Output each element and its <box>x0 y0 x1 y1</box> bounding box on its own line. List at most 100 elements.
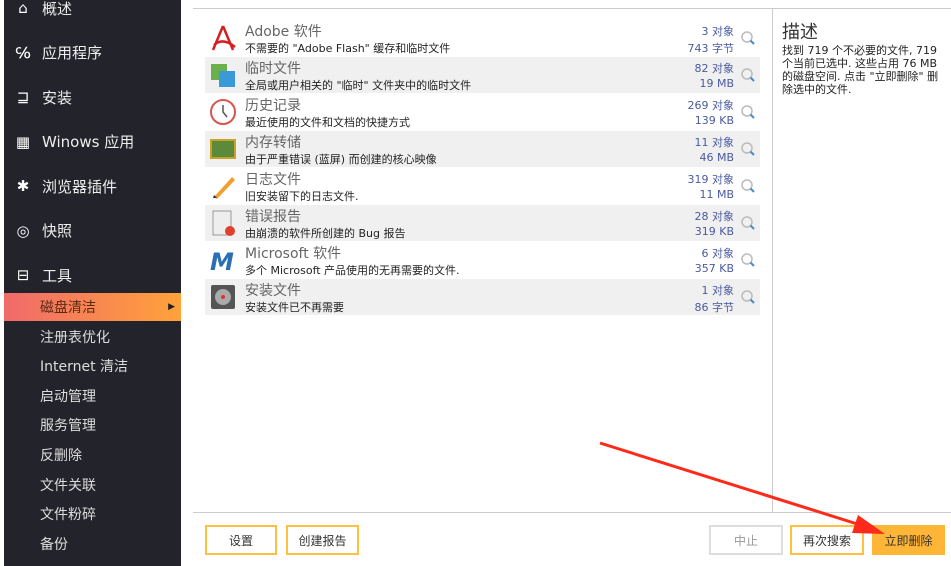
log-pencil-icon <box>213 177 235 199</box>
magnifier-icon[interactable] <box>740 215 756 231</box>
sidebar-item-label: 工具 <box>42 266 73 285</box>
item-title: 日志文件 <box>245 172 301 188</box>
adobe-icon <box>211 25 236 51</box>
cleanup-item[interactable]: M Microsoft 软件 多个 Microsoft 产品使用的无再需要的文件… <box>205 242 760 278</box>
item-count: 3 对象 <box>701 25 735 38</box>
magnifier-icon[interactable] <box>740 30 756 46</box>
magnifier-icon[interactable] <box>740 67 756 83</box>
sidebar-tool-label: 注册表优化 <box>40 329 110 346</box>
item-count: 6 对象 <box>701 247 735 260</box>
item-count: 28 对象 <box>694 210 735 223</box>
item-size: 357 KB <box>694 262 734 275</box>
magnifier-icon[interactable] <box>740 252 756 268</box>
sidebar-item-label: 概述 <box>42 0 73 18</box>
magnifier-icon[interactable] <box>740 178 756 194</box>
sidebar-tool-label: 磁盘清洁 <box>40 300 96 316</box>
windows-icon: ▦ <box>15 132 31 151</box>
item-size: 319 KB <box>694 225 734 238</box>
description-title: 描述 <box>782 22 818 43</box>
sidebar-item-4[interactable]: ✱ 浏览器插件 <box>4 171 181 201</box>
sidebar-tool-item[interactable]: 备份 <box>4 530 181 558</box>
sidebar-item-0[interactable]: ⌂ 概述 <box>4 0 181 23</box>
item-description: 由于严重错误 (蓝屏) 而创建的核心映像 <box>245 153 437 166</box>
item-count: 319 对象 <box>687 173 735 186</box>
item-description: 最近使用的文件和文档的快捷方式 <box>245 116 410 129</box>
sidebar-tool-label: 文件粉碎 <box>40 507 96 524</box>
error-report-icon <box>212 210 235 236</box>
cleanup-item[interactable]: 错误报告 由崩溃的软件所创建的 Bug 报告 28 对象 319 KB <box>205 205 760 241</box>
home-icon: ⌂ <box>18 0 28 17</box>
item-description: 旧安装留下的日志文件. <box>245 190 359 203</box>
settings-button[interactable]: 设置 <box>205 525 277 555</box>
item-count: 11 对象 <box>694 136 735 149</box>
stop-button[interactable]: 中止 <box>709 525 783 555</box>
item-description: 不需要的 "Adobe Flash" 缓存和临时文件 <box>245 42 451 55</box>
item-size: 139 KB <box>694 114 734 127</box>
rescan-button[interactable]: 再次搜索 <box>790 525 864 555</box>
magnifier-icon[interactable] <box>740 141 756 157</box>
sidebar-tool-item[interactable]: 文件关联 <box>4 471 181 499</box>
sidebar: ⌂ 概述 ℅ 应用程序 ⊒ 安装 ▦ Winows 应用 ✱ 浏览器插件 ◎ 快照 ⊟ 工具磁盘清洁 ▶ 注册… <box>0 0 181 566</box>
sidebar-tool-item[interactable]: 注册表优化 <box>4 323 181 351</box>
cleanup-item[interactable]: Adobe 软件 不需要的 "Adobe Flash" 缓存和临时文件 3 对象… <box>205 20 760 56</box>
history-clock-icon <box>210 99 236 125</box>
magnifier-icon[interactable] <box>740 104 756 120</box>
item-title: Microsoft 软件 <box>245 246 342 262</box>
top-divider <box>193 8 951 9</box>
caret-right-icon: ▶ <box>168 302 175 312</box>
item-size: 86 字节 <box>694 301 735 314</box>
item-title: 历史记录 <box>245 98 301 114</box>
delete-now-button[interactable]: 立即删除 <box>872 525 945 555</box>
cleanup-item[interactable]: 临时文件 全局或用户相关的 "临时" 文件夹中的临时文件 82 对象 19 MB <box>205 57 760 93</box>
sidebar-item-label: 应用程序 <box>42 44 103 62</box>
sidebar-item-2[interactable]: ⊒ 安装 <box>4 82 181 112</box>
item-description: 全局或用户相关的 "临时" 文件夹中的临时文件 <box>245 79 472 92</box>
install-icon: ⊒ <box>16 88 30 106</box>
sidebar-tool-item[interactable]: 文件粉碎 <box>4 500 181 528</box>
item-description: 安装文件已不再需要 <box>245 301 344 314</box>
sidebar-item-label: Winows 应用 <box>42 133 135 151</box>
sidebar-item-1[interactable]: ℅ 应用程序 <box>4 38 181 68</box>
description-text: 找到 719 个不必要的文件, 719 个当前已选中. 这些占用 76 MB 的… <box>782 44 939 96</box>
cleanup-item[interactable]: 日志文件 旧安装留下的日志文件. 319 对象 11 MB <box>205 168 760 204</box>
memory-chip-icon <box>210 139 236 159</box>
sidebar-tool-item[interactable]: 启动管理 <box>4 382 181 410</box>
item-title: 安装文件 <box>245 283 301 299</box>
cleanup-item[interactable]: 安装文件 安装文件已不再需要 1 对象 86 字节 <box>205 279 760 315</box>
item-size: 11 MB <box>699 188 734 201</box>
sidebar-tool-item[interactable]: Internet 清洁 <box>4 352 181 380</box>
cleanup-item[interactable]: 历史记录 最近使用的文件和文档的快捷方式 269 对象 139 KB <box>205 94 760 130</box>
sidebar-tool-label: Internet 清洁 <box>40 359 129 376</box>
item-count: 82 对象 <box>694 62 735 75</box>
cleanup-item[interactable]: 内存转储 由于严重错误 (蓝屏) 而创建的核心映像 11 对象 46 MB <box>205 131 760 167</box>
item-description: 多个 Microsoft 产品使用的无再需要的文件. <box>245 264 460 277</box>
create-report-button[interactable]: 创建报告 <box>286 525 359 555</box>
installer-disk-icon <box>211 285 235 309</box>
sidebar-tool-label: 文件关联 <box>40 477 96 494</box>
sidebar-tool-label: 服务管理 <box>40 418 96 435</box>
toolbox-icon: ⊟ <box>16 266 30 284</box>
item-title: 内存转储 <box>245 135 301 151</box>
sidebar-tool-item[interactable]: 磁盘清洁 ▶ <box>4 293 181 321</box>
sidebar-item-label: 浏览器插件 <box>42 177 118 196</box>
sidebar-item-6[interactable]: ⊟ 工具 <box>4 260 181 290</box>
sidebar-item-5[interactable]: ◎ 快照 <box>4 216 181 246</box>
sidebar-tool-label: 备份 <box>40 536 68 553</box>
apps-icon: ℅ <box>15 43 31 62</box>
snapshot-icon: ◎ <box>16 221 30 240</box>
item-size: 743 字节 <box>687 42 735 55</box>
item-title: Adobe 软件 <box>245 24 322 40</box>
vertical-divider <box>772 8 773 512</box>
item-count: 1 对象 <box>701 284 735 297</box>
bottom-divider <box>193 512 951 513</box>
sidebar-item-3[interactable]: ▦ Winows 应用 <box>4 127 181 157</box>
puzzle-icon: ✱ <box>16 177 30 195</box>
magnifier-icon[interactable] <box>740 289 756 305</box>
item-size: 46 MB <box>699 151 734 164</box>
item-title: 错误报告 <box>245 209 301 225</box>
sidebar-tool-item[interactable]: 反删除 <box>4 441 181 469</box>
item-count: 269 对象 <box>687 99 735 112</box>
sidebar-item-label: 快照 <box>42 222 73 240</box>
sidebar-tool-label: 启动管理 <box>40 388 96 405</box>
sidebar-tool-item[interactable]: 服务管理 <box>4 411 181 439</box>
